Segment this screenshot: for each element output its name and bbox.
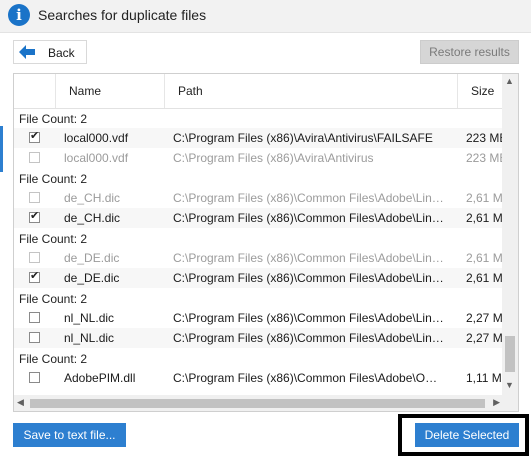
group-header: File Count: 2 (19, 232, 88, 246)
row-checkbox[interactable] (29, 252, 40, 263)
row-checkbox[interactable] (29, 152, 40, 163)
row-checkbox[interactable]: ✔ (29, 270, 40, 283)
group-header: File Count: 2 (19, 352, 88, 366)
cell-name: local000.vdf (64, 131, 129, 145)
cell-path: C:\Program Files (x86)\Common Files\Adob… (173, 371, 445, 385)
cell-size: 2,61 MB (466, 251, 503, 265)
cell-name: AdobePIM.dll (64, 371, 136, 385)
column-header-size[interactable]: Size (471, 74, 494, 108)
vertical-scrollbar[interactable]: ▲ ▼ (502, 74, 518, 397)
cell-size: 223 MB (466, 131, 503, 145)
table-row[interactable]: nl_NL.dic C:\Program Files (x86)\Common … (14, 308, 503, 328)
window-title: Searches for duplicate files (38, 7, 207, 23)
chevron-left-icon[interactable]: ◀ (17, 397, 24, 408)
table-header: Name Path Size (14, 74, 503, 109)
back-label: Back (48, 46, 75, 60)
cell-path: C:\Program Files (x86)\Common Files\Adob… (173, 271, 445, 285)
back-button[interactable]: Back (13, 40, 87, 64)
sidebar-accent (0, 126, 3, 172)
cell-size: 2,27 MB (466, 331, 503, 345)
cell-path: C:\Program Files (x86)\Common Files\Adob… (173, 331, 445, 345)
scrollbar-corner (502, 395, 518, 411)
arrow-left-icon (19, 45, 35, 59)
group-header: File Count: 2 (19, 172, 88, 186)
checkmark-icon: ✔ (30, 130, 40, 142)
cell-path: C:\Program Files (x86)\Common Files\Adob… (173, 251, 445, 265)
cell-path: C:\Program Files (x86)\Common Files\Adob… (173, 191, 445, 205)
restore-results-button[interactable]: Restore results (420, 40, 519, 64)
table-row[interactable]: AdobePIM.dll C:\Program Files (x86)\Comm… (14, 368, 503, 388)
row-checkbox[interactable] (29, 192, 40, 203)
table-row[interactable]: local000.vdf C:\Program Files (x86)\Avir… (14, 148, 503, 168)
table-row[interactable]: nl_NL.dic C:\Program Files (x86)\Common … (14, 328, 503, 348)
cell-name: nl_NL.dic (64, 311, 115, 325)
cell-size: 223 MB (466, 151, 503, 165)
chevron-right-icon[interactable]: ▶ (493, 397, 500, 408)
delete-selected-button[interactable]: Delete Selected (415, 423, 519, 447)
table-row[interactable]: ✔ de_DE.dic C:\Program Files (x86)\Commo… (14, 268, 503, 288)
horizontal-scroll-thumb[interactable] (30, 399, 485, 408)
row-checkbox[interactable]: ✔ (29, 130, 40, 143)
cell-path: C:\Program Files (x86)\Common Files\Adob… (173, 211, 445, 225)
info-icon: i (8, 4, 30, 26)
cell-size: 2,27 MB (466, 311, 503, 325)
row-checkbox[interactable]: ✔ (29, 210, 40, 223)
checkmark-icon: ✔ (30, 270, 40, 282)
cell-size: 2,61 MB (466, 211, 503, 225)
group-header: File Count: 2 (19, 112, 88, 126)
column-divider (164, 74, 165, 108)
table-row[interactable]: de_DE.dic C:\Program Files (x86)\Common … (14, 248, 503, 268)
chevron-up-icon[interactable]: ▲ (505, 76, 514, 86)
row-checkbox[interactable] (29, 372, 40, 383)
cell-name: de_CH.dic (64, 191, 121, 205)
duplicates-table: Name Path Size File Count: 2 ✔ local000.… (13, 73, 519, 412)
cell-size: 2,61 MB (466, 191, 503, 205)
column-header-path[interactable]: Path (178, 74, 203, 108)
column-header-name[interactable]: Name (69, 74, 101, 108)
cell-name: de_DE.dic (64, 271, 120, 285)
vertical-scroll-thumb[interactable] (505, 336, 515, 372)
cell-path: C:\Program Files (x86)\Avira\Antivirus (173, 151, 374, 165)
row-checkbox[interactable] (29, 312, 40, 323)
cell-name: de_DE.dic (64, 251, 120, 265)
cell-size: 2,61 MB (466, 271, 503, 285)
cell-name: de_CH.dic (64, 211, 121, 225)
table-row[interactable]: ✔ local000.vdf C:\Program Files (x86)\Av… (14, 128, 503, 148)
horizontal-scrollbar[interactable]: ◀ ▶ (14, 395, 503, 411)
save-to-text-file-button[interactable]: Save to text file... (13, 423, 126, 447)
chevron-down-icon[interactable]: ▼ (505, 380, 514, 390)
title-bar: i Searches for duplicate files (0, 0, 531, 33)
group-header: File Count: 2 (19, 292, 88, 306)
row-checkbox[interactable] (29, 332, 40, 343)
table-row[interactable]: ✔ de_CH.dic C:\Program Files (x86)\Commo… (14, 208, 503, 228)
column-divider (457, 74, 458, 108)
column-divider (55, 74, 56, 108)
cell-path: C:\Program Files (x86)\Common Files\Adob… (173, 311, 445, 325)
cell-path: C:\Program Files (x86)\Avira\Antivirus\F… (173, 131, 433, 145)
cell-name: local000.vdf (64, 151, 129, 165)
cell-size: 1,11 MB (466, 371, 503, 385)
cell-name: nl_NL.dic (64, 331, 115, 345)
table-row[interactable]: de_CH.dic C:\Program Files (x86)\Common … (14, 188, 503, 208)
checkmark-icon: ✔ (30, 210, 40, 222)
